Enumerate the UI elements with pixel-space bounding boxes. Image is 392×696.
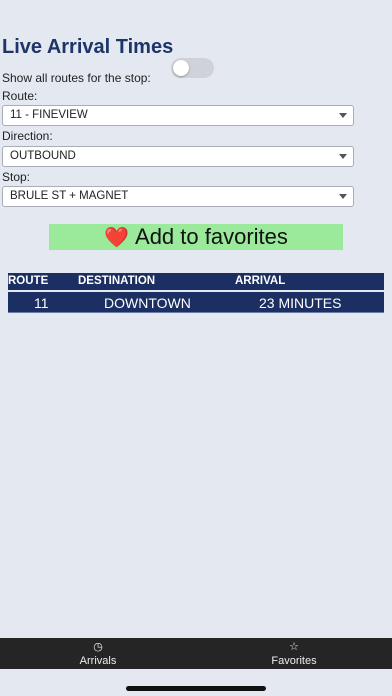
toggle-knob <box>173 60 189 76</box>
header-route: ROUTE <box>8 275 49 287</box>
tab-bar: ◷ Arrivals ☆ Favorites <box>0 638 392 669</box>
row-route: 11 <box>34 295 49 311</box>
header-arrival: ARRIVAL <box>235 275 286 287</box>
direction-select-value: OUTBOUND <box>10 150 76 162</box>
chevron-down-icon <box>339 194 347 199</box>
route-select[interactable]: 11 - FINEVIEW <box>2 105 354 126</box>
show-all-routes-toggle[interactable] <box>171 58 214 78</box>
tab-arrivals-label: Arrivals <box>79 654 117 667</box>
clock-icon: ◷ <box>93 640 103 653</box>
stop-select-value: BRULE ST + MAGNET <box>10 190 129 202</box>
add-to-favorites-button[interactable]: ❤️ Add to favorites <box>49 224 343 250</box>
arrivals-table: ROUTE DESTINATION ARRIVAL 11 DOWNTOWN 23… <box>8 273 384 313</box>
route-label: Route: <box>2 89 38 103</box>
header-destination: DESTINATION <box>78 275 156 287</box>
direction-label: Direction: <box>2 129 53 143</box>
star-icon: ☆ <box>289 640 299 653</box>
add-to-favorites-label: Add to favorites <box>135 224 288 249</box>
page-title: Live Arrival Times <box>2 36 174 58</box>
direction-select[interactable]: OUTBOUND <box>2 146 354 167</box>
show-all-routes-label: Show all routes for the stop: <box>2 71 151 85</box>
stop-select[interactable]: BRULE ST + MAGNET <box>2 186 354 207</box>
chevron-down-icon <box>339 154 347 159</box>
tab-arrivals[interactable]: ◷ Arrivals <box>0 638 196 669</box>
tab-favorites-label: Favorites <box>271 654 317 667</box>
home-indicator <box>126 686 266 691</box>
row-destination: DOWNTOWN <box>104 295 191 311</box>
chevron-down-icon <box>339 113 347 118</box>
row-arrival: 23 MINUTES <box>259 295 342 311</box>
route-select-value: 11 - FINEVIEW <box>10 109 88 121</box>
heart-icon: ❤️ <box>104 226 130 249</box>
table-header: ROUTE DESTINATION ARRIVAL <box>8 273 384 290</box>
table-row[interactable]: 11 DOWNTOWN 23 MINUTES <box>8 292 384 313</box>
tab-favorites[interactable]: ☆ Favorites <box>196 638 392 669</box>
live-arrival-screen: Live Arrival Times Show all routes for t… <box>0 0 392 696</box>
stop-label: Stop: <box>2 170 31 184</box>
